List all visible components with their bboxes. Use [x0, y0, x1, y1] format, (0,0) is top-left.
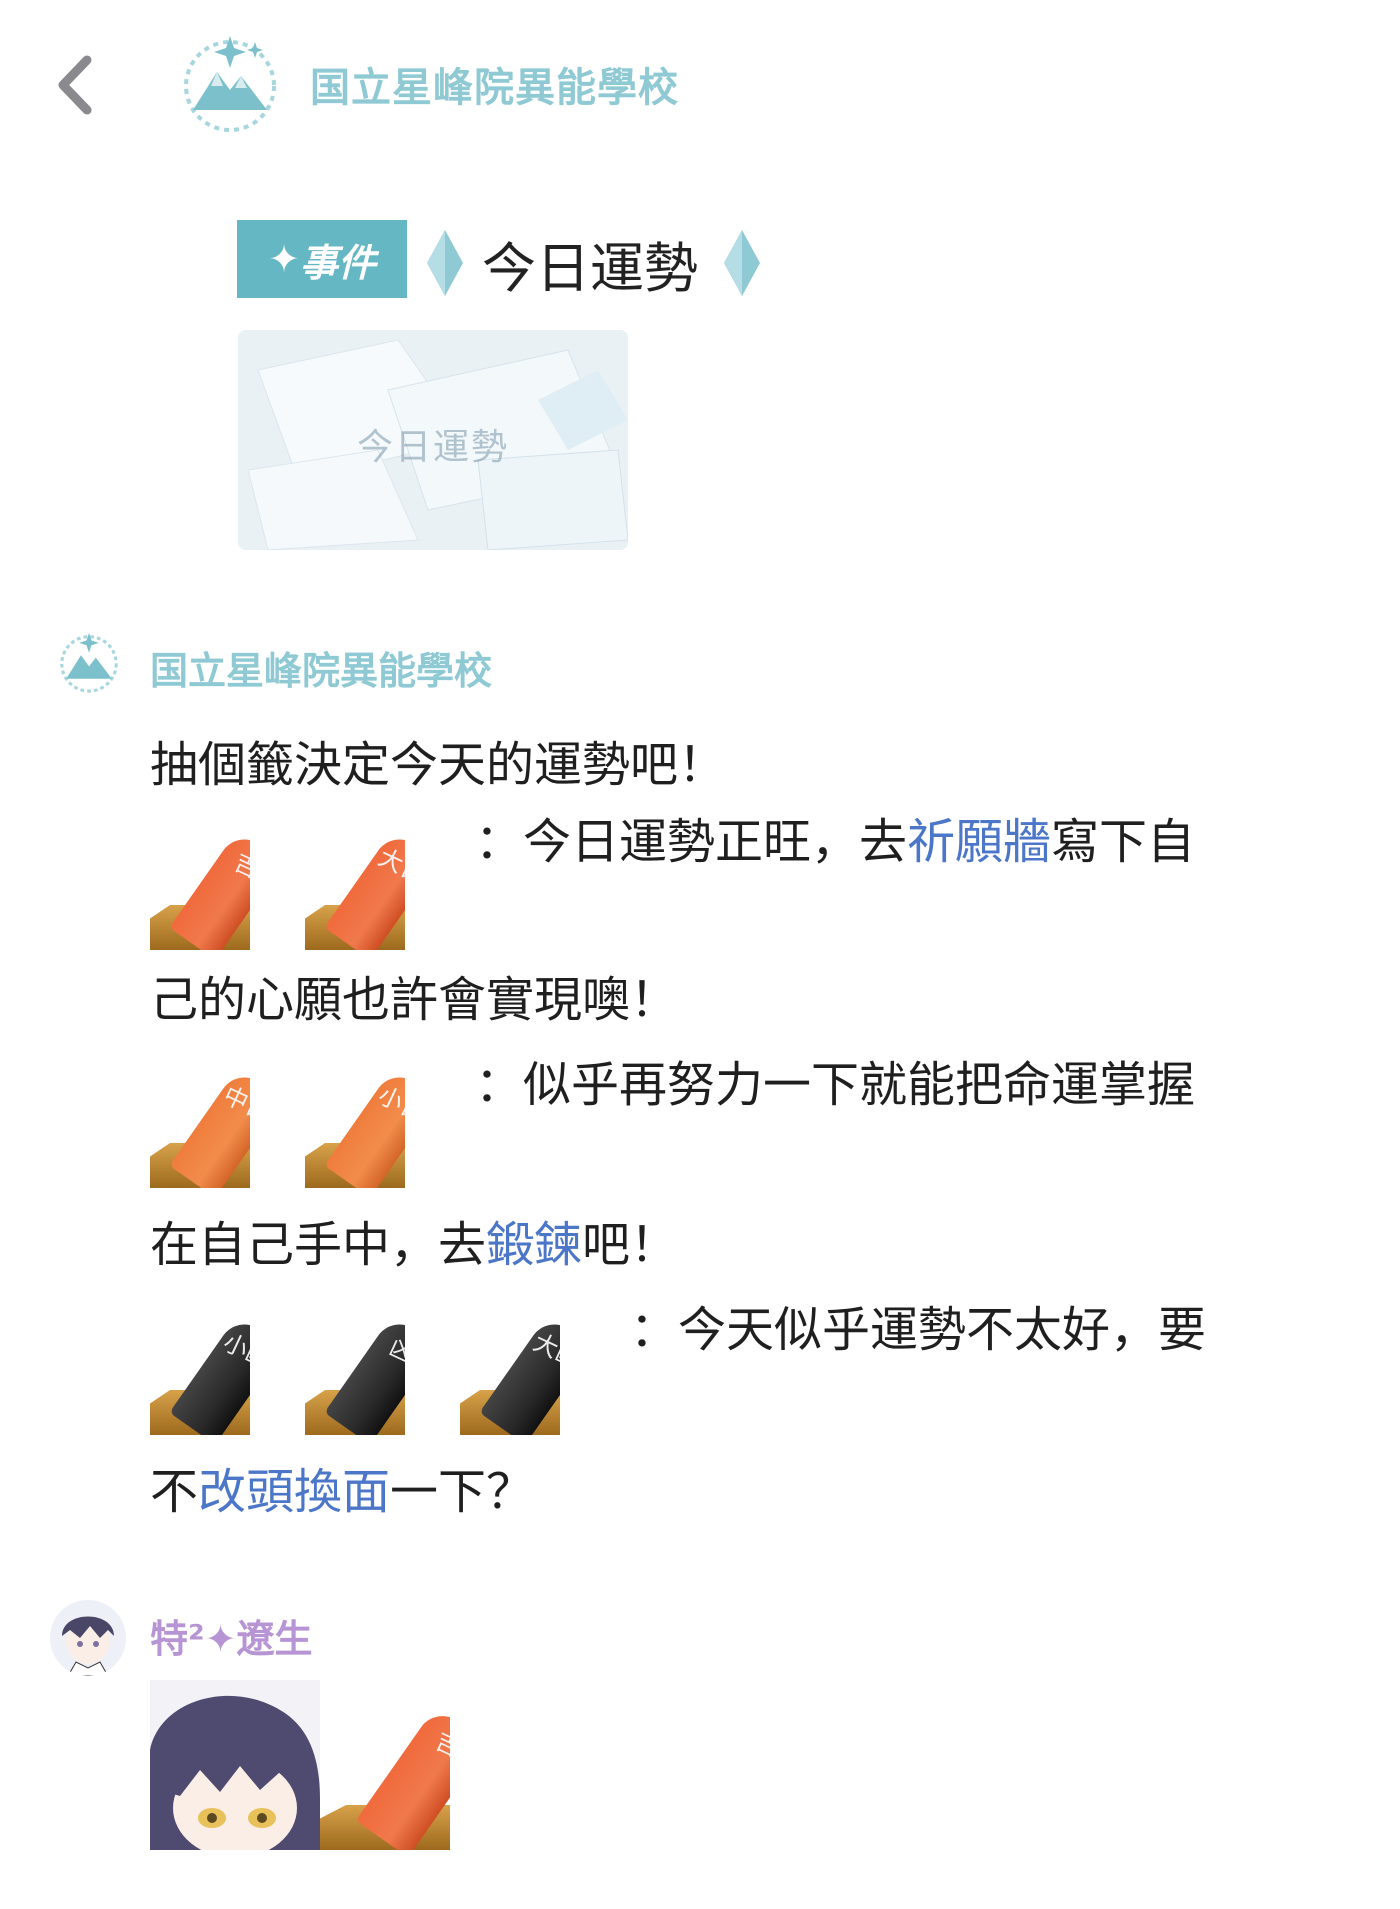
stick-emoji: 小吉	[305, 1058, 405, 1188]
event-title: 今日運勢	[482, 237, 698, 300]
event-tag-label: 事件	[299, 240, 376, 285]
fortune-text: ：今日運勢正旺，去祈願牆寫下自	[475, 814, 1196, 870]
fortune-text: 在自己手中，去鍛鍊吧！	[150, 1217, 679, 1273]
stick-emoji: 大凶	[460, 1305, 560, 1435]
stick-label: 大吉	[374, 843, 405, 889]
post-intro: 抽個籤決定今天的運勢吧！	[150, 737, 727, 793]
stick-emoji: 凶	[305, 1305, 405, 1435]
back-button[interactable]	[40, 40, 110, 130]
stick-emoji: 小凶	[150, 1305, 250, 1435]
fortune-text: 不改頭換面一下？	[150, 1464, 535, 1520]
event-tag: ✦ 事件	[237, 220, 407, 298]
stick-label: 中吉	[219, 1081, 250, 1127]
makeover-link[interactable]: 改頭換面	[198, 1464, 390, 1520]
training-link[interactable]: 鍛鍊	[486, 1217, 582, 1273]
chevron-left-icon	[58, 55, 92, 115]
author-name[interactable]: 国立星峰院異能學校	[150, 640, 492, 695]
stick-emoji: 吉	[150, 820, 250, 950]
user-avatar[interactable]	[50, 1600, 126, 1676]
header-title[interactable]: 国立星峰院異能學校	[310, 55, 679, 113]
school-logo-icon[interactable]	[175, 28, 285, 138]
user-name[interactable]: 特²✦遼生	[150, 1608, 312, 1663]
stick-emoji: 大吉	[305, 820, 405, 950]
diamond-icon	[722, 228, 762, 302]
diamond-icon	[425, 228, 465, 302]
wish-wall-link[interactable]: 祈願牆	[907, 814, 1051, 870]
stick-label: 吉	[229, 848, 250, 884]
stick-emoji: 中吉	[150, 1058, 250, 1188]
stick-label: 凶	[384, 1333, 405, 1369]
stick-label: 小凶	[219, 1328, 250, 1374]
sparkle-icon: ✦	[268, 237, 300, 281]
stick-label: 大凶	[529, 1328, 560, 1374]
event-image-caption: 今日運勢	[356, 427, 509, 468]
fortune-text: ：今天似乎運勢不太好，要	[630, 1302, 1207, 1358]
user-sticker[interactable]	[150, 1680, 320, 1850]
fortune-text: 己的心願也許會實現噢！	[150, 972, 679, 1028]
stick-label: 吉	[431, 1726, 450, 1763]
stick-emoji: 吉	[320, 1690, 450, 1850]
stick-label: 小吉	[374, 1081, 405, 1127]
author-avatar[interactable]	[55, 628, 123, 696]
event-image[interactable]: 今日運勢	[238, 330, 628, 550]
fortune-text: ：似乎再努力一下就能把命運掌握	[475, 1057, 1196, 1113]
